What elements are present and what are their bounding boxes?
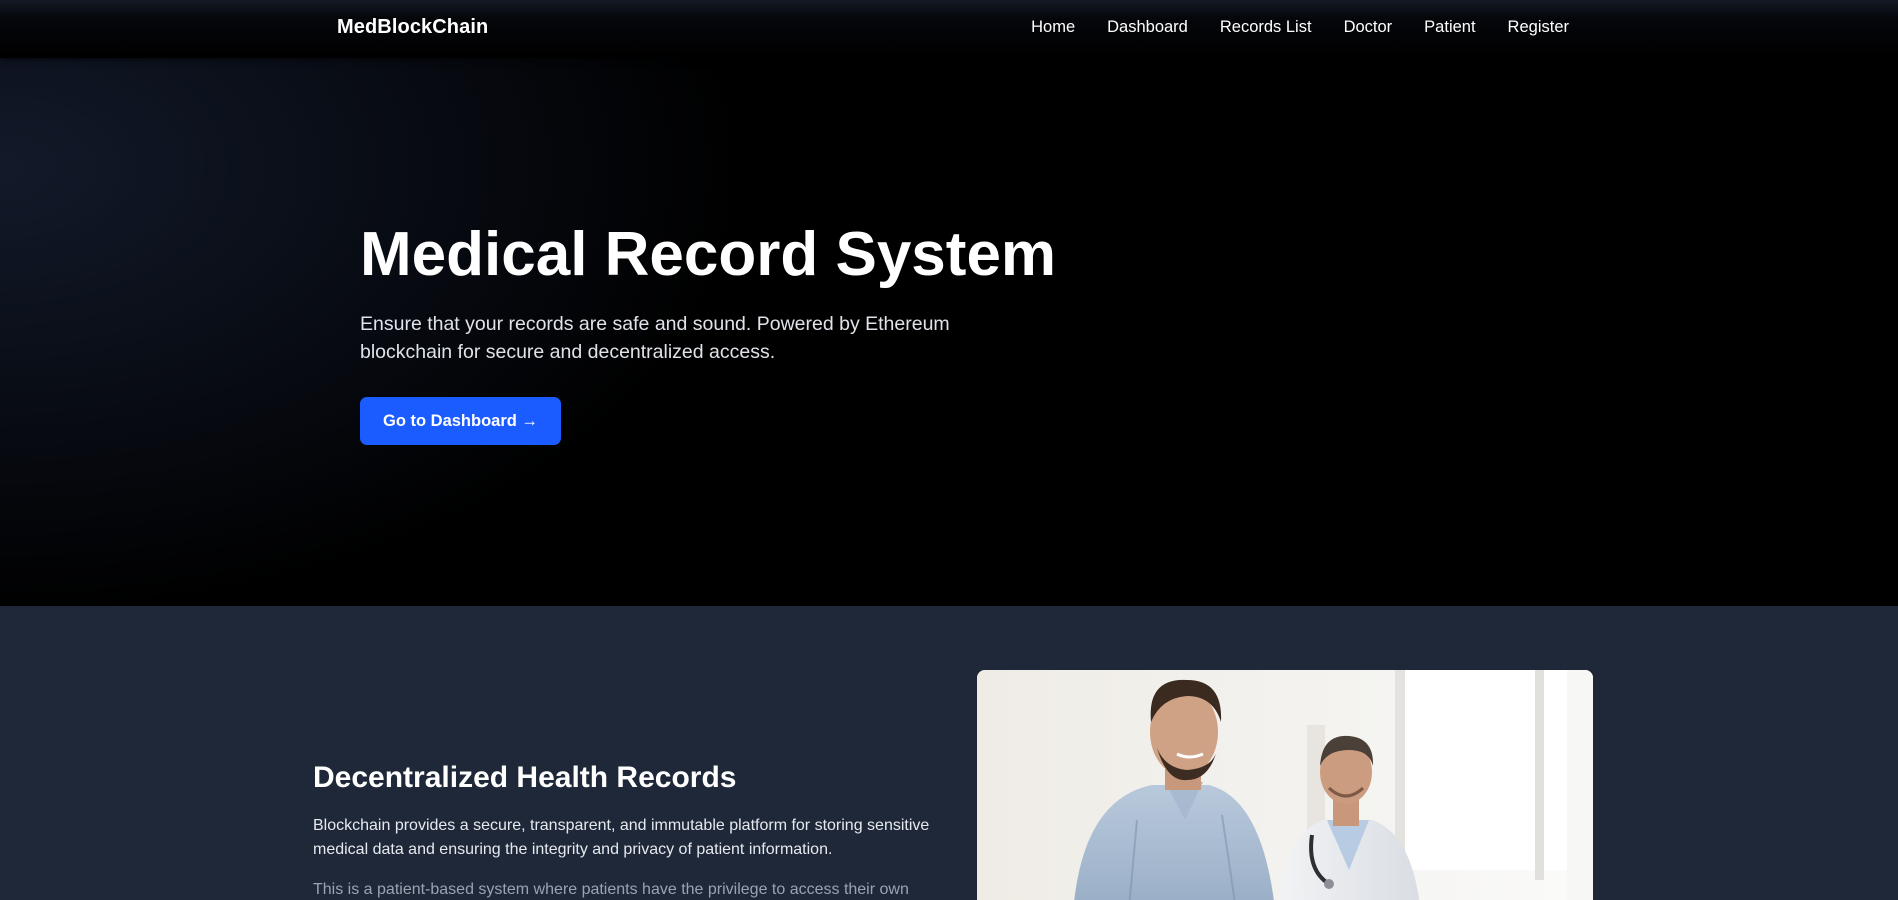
nav-link-register[interactable]: Register xyxy=(1508,18,1569,37)
hero-section: Medical Record System Ensure that your r… xyxy=(0,58,1898,606)
go-to-dashboard-button[interactable]: Go to Dashboard → xyxy=(360,397,561,445)
about-paragraph-2: This is a patient-based system where pat… xyxy=(313,881,909,898)
top-navbar: MedBlockChain Home Dashboard Records Lis… xyxy=(0,0,1898,58)
nav-link-dashboard[interactable]: Dashboard xyxy=(1107,18,1188,37)
photo-illustration xyxy=(977,670,1593,900)
about-section: Decentralized Health Records Blockchain … xyxy=(0,606,1898,900)
nav-link-records-list[interactable]: Records List xyxy=(1220,18,1312,37)
patient-doctor-photo xyxy=(977,670,1593,900)
nav-link-patient[interactable]: Patient xyxy=(1424,18,1475,37)
hero-subtitle: Ensure that your records are safe and so… xyxy=(360,313,950,363)
brand-logo-link[interactable]: MedBlockChain xyxy=(337,16,488,39)
hero-title: Medical Record System xyxy=(360,220,1057,289)
nav-links: Home Dashboard Records List Doctor Patie… xyxy=(1031,18,1569,37)
about-paragraph-1: Blockchain provides a secure, transparen… xyxy=(313,817,930,858)
nav-link-home[interactable]: Home xyxy=(1031,18,1075,37)
about-title: Decentralized Health Records xyxy=(313,761,737,794)
nav-link-doctor[interactable]: Doctor xyxy=(1344,18,1393,37)
